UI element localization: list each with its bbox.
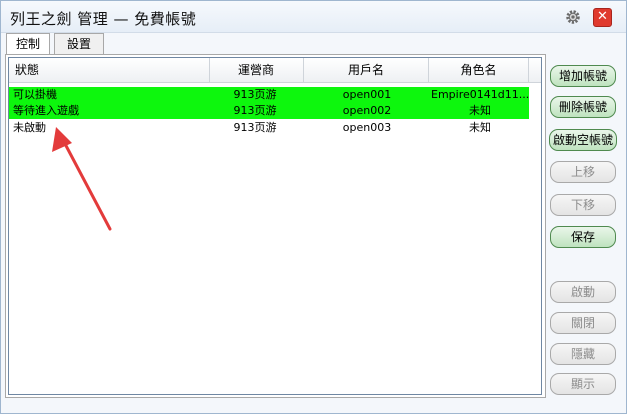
annotation-arrow [52, 127, 112, 231]
